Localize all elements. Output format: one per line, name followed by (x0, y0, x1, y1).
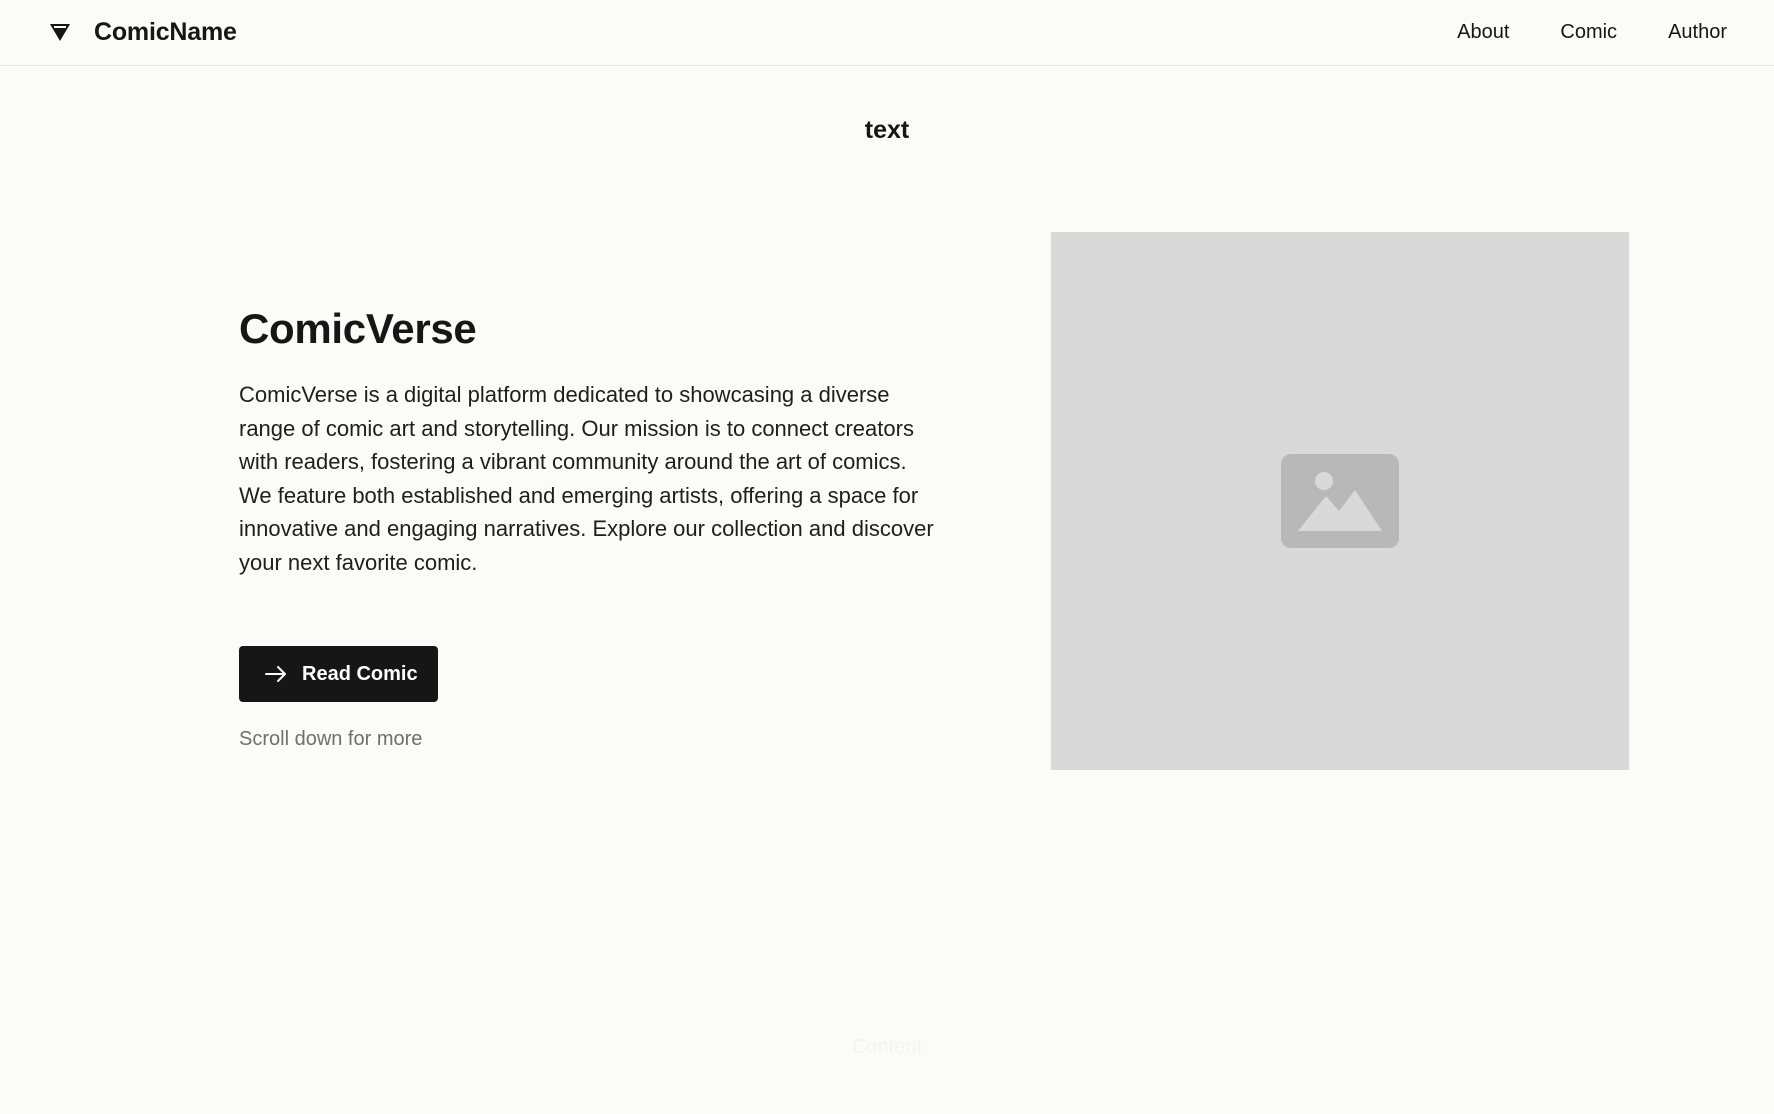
nav-link-author[interactable]: Author (1668, 20, 1727, 44)
arrow-right-icon (264, 662, 288, 686)
triangle-logo-icon (49, 21, 71, 43)
brand-name: ComicName (94, 17, 237, 46)
top-navigation-bar: ComicName About Comic Author (0, 0, 1774, 66)
hero-title: ComicVerse (239, 305, 477, 352)
main-nav: About Comic Author (1406, 20, 1727, 44)
section-heading: text (864, 116, 910, 144)
brand[interactable]: ComicName (49, 17, 237, 47)
scroll-hint: Scroll down for more (239, 728, 423, 750)
read-comic-label: Read Comic (302, 662, 418, 685)
read-comic-button[interactable]: Read Comic (239, 646, 438, 702)
nav-link-comic[interactable]: Comic (1560, 20, 1617, 44)
image-placeholder-icon (1281, 454, 1399, 548)
footer-faint-text: Content (851, 1036, 923, 1058)
hero-image-placeholder (1051, 232, 1629, 770)
nav-link-about[interactable]: About (1457, 20, 1509, 44)
hero-description: ComicVerse is a digital platform dedicat… (239, 382, 934, 575)
